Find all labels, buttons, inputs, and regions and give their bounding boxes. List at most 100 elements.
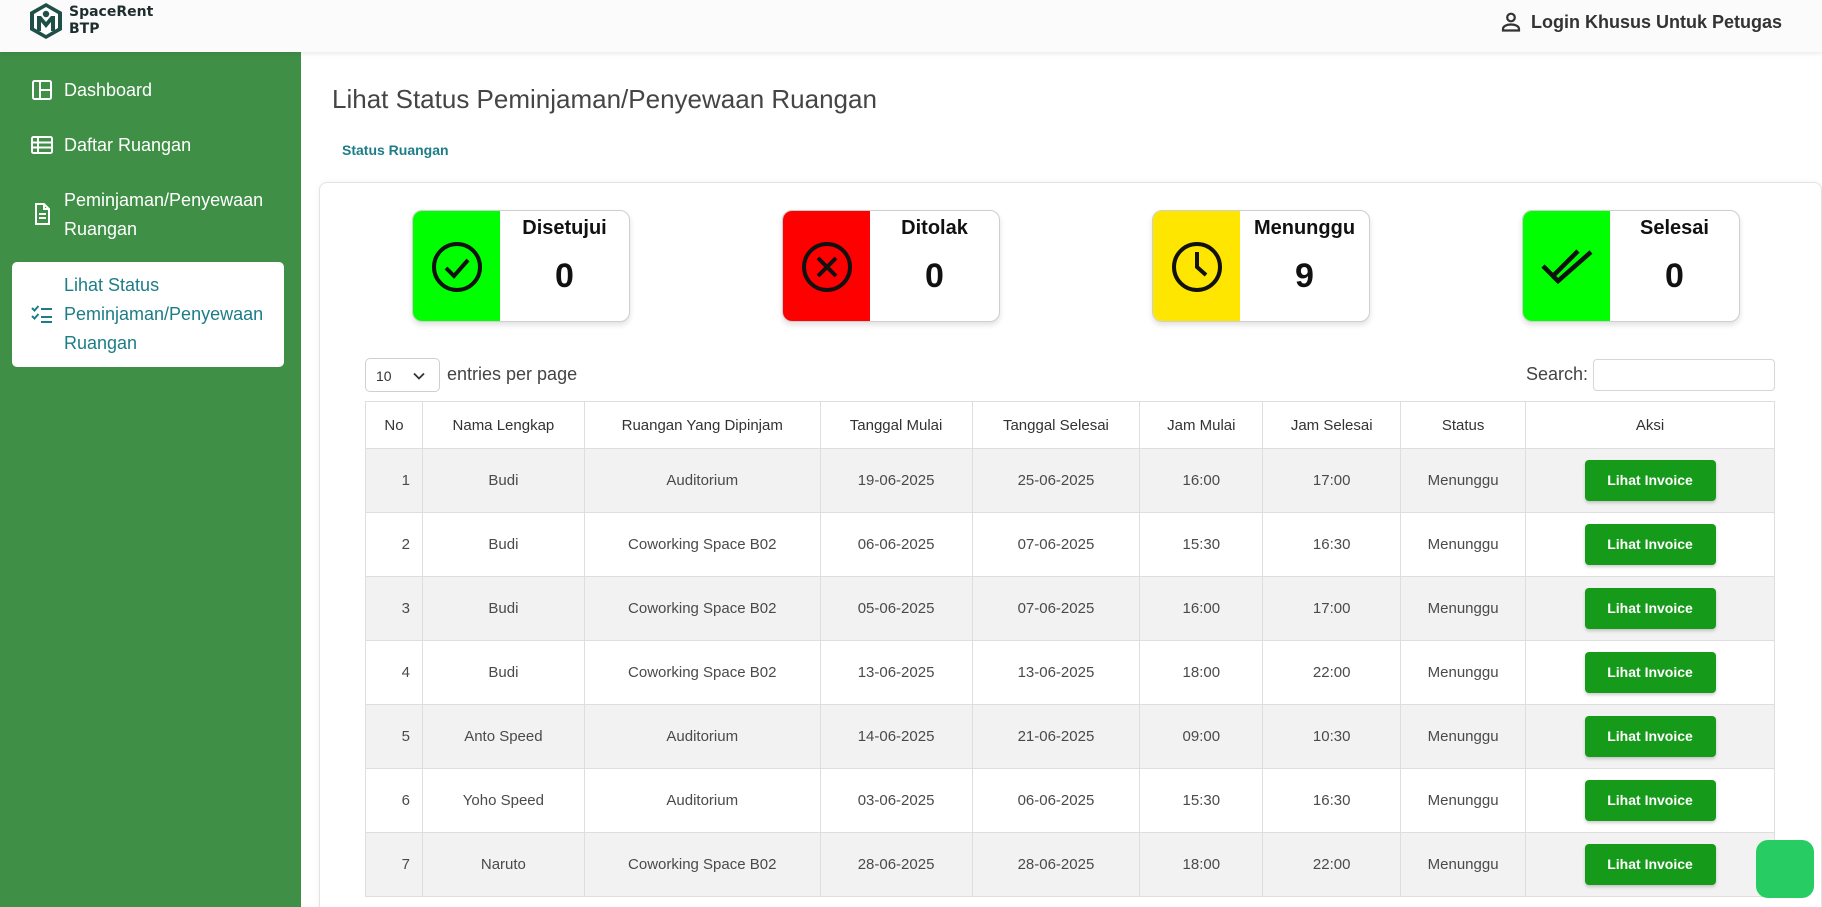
sidebar-item-label: Lihat Status Peminjaman/Penyewaan Ruanga… (64, 275, 264, 353)
cell-tanggal-selesai: 21-06-2025 (971, 704, 1141, 769)
card-value: 0 (925, 257, 944, 295)
cell-nama: Budi (421, 576, 585, 641)
column-header-status[interactable]: Status (1400, 401, 1527, 449)
lihat-invoice-button[interactable]: Lihat Invoice (1584, 844, 1716, 885)
chat-button[interactable] (1756, 840, 1814, 898)
cell-tanggal-selesai: 25-06-2025 (971, 448, 1141, 513)
cell-aksi: Lihat Invoice (1525, 704, 1775, 769)
cell-status: Menunggu (1400, 832, 1527, 897)
lihat-invoice-button[interactable]: Lihat Invoice (1584, 652, 1716, 693)
cell-jam-mulai: 15:30 (1139, 512, 1264, 577)
card-color-block (1153, 211, 1240, 321)
cell-no: 3 (365, 576, 423, 641)
cell-ruangan: Coworking Space B02 (583, 512, 821, 577)
check-circle-icon (431, 242, 482, 292)
column-header-ruangan[interactable]: Ruangan Yang Dipinjam (583, 401, 821, 449)
cell-aksi: Lihat Invoice (1525, 640, 1775, 705)
brand-subname: BTP (69, 21, 100, 37)
cell-aksi: Lihat Invoice (1525, 448, 1775, 513)
document-icon (35, 203, 50, 225)
brand[interactable]: SpaceRent BTP (28, 2, 153, 40)
lihat-invoice-button[interactable]: Lihat Invoice (1584, 716, 1716, 757)
cell-jam-mulai: 18:00 (1139, 832, 1264, 897)
cell-jam-selesai: 16:30 (1262, 768, 1402, 833)
cell-nama: Yoho Speed (421, 768, 585, 833)
entries-per-page-select[interactable]: 10 (365, 358, 440, 392)
table-icon (31, 136, 53, 154)
cell-jam-selesai: 22:00 (1262, 640, 1402, 705)
table-row: 4 Budi Coworking Space B02 13-06-2025 13… (365, 640, 1775, 705)
cell-ruangan: Auditorium (583, 768, 821, 833)
cell-no: 2 (365, 512, 423, 577)
lihat-invoice-button[interactable]: Lihat Invoice (1584, 460, 1716, 501)
cell-no: 4 (365, 640, 423, 705)
clock-icon (1171, 242, 1222, 292)
x-circle-icon (801, 242, 852, 292)
cell-tanggal-selesai: 07-06-2025 (971, 512, 1141, 577)
cell-ruangan: Auditorium (583, 448, 821, 513)
cell-tanggal-mulai: 05-06-2025 (819, 576, 973, 641)
column-header-no[interactable]: No (365, 401, 423, 449)
search-input[interactable] (1593, 359, 1775, 391)
column-header-tanggal-mulai[interactable]: Tanggal Mulai (819, 401, 973, 449)
card-color-block (413, 211, 500, 321)
card-value: 9 (1295, 257, 1314, 295)
cell-jam-selesai: 16:30 (1262, 512, 1402, 577)
cell-jam-mulai: 15:30 (1139, 768, 1264, 833)
table-row: 2 Budi Coworking Space B02 06-06-2025 07… (365, 512, 1775, 577)
cell-jam-selesai: 17:00 (1262, 576, 1402, 641)
column-header-nama-lengkap[interactable]: Nama Lengkap (421, 401, 585, 449)
cell-status: Menunggu (1400, 448, 1527, 513)
cell-jam-selesai: 17:00 (1262, 448, 1402, 513)
status-card-selesai: Selesai 0 (1522, 210, 1740, 322)
cell-status: Menunggu (1400, 704, 1527, 769)
cell-nama: Budi (421, 512, 585, 577)
card-label: Disetujui (522, 217, 607, 239)
cell-tanggal-mulai: 03-06-2025 (819, 768, 973, 833)
cell-tanggal-selesai: 06-06-2025 (971, 768, 1141, 833)
lihat-invoice-button[interactable]: Lihat Invoice (1584, 780, 1716, 821)
cell-ruangan: Auditorium (583, 704, 821, 769)
top-navbar: SpaceRent BTP Login Khusus Untuk Petugas (0, 0, 1822, 52)
login-label: Login Khusus Untuk Petugas (1530, 11, 1782, 32)
status-card-disetujui: Disetujui 0 (412, 210, 630, 322)
login-link[interactable]: Login Khusus Untuk Petugas (1499, 10, 1782, 34)
breadcrumb[interactable]: Status Ruangan (342, 142, 449, 158)
cell-jam-selesai: 22:00 (1262, 832, 1402, 897)
lihat-invoice-button[interactable]: Lihat Invoice (1584, 588, 1716, 629)
sidebar-item-daftar-ruangan[interactable]: Daftar Ruangan (12, 131, 284, 160)
column-header-tanggal-selesai[interactable]: Tanggal Selesai (971, 401, 1141, 449)
cell-status: Menunggu (1400, 576, 1527, 641)
cell-jam-mulai: 16:00 (1139, 448, 1264, 513)
card-label: Ditolak (901, 217, 968, 239)
sidebar-item-lihat-status[interactable]: Lihat Status Peminjaman/Penyewaan Ruanga… (12, 262, 284, 367)
column-header-jam-selesai[interactable]: Jam Selesai (1262, 401, 1402, 449)
brand-name: SpaceRent (69, 4, 154, 20)
table-row: 5 Anto Speed Auditorium 14-06-2025 21-06… (365, 704, 1775, 769)
cell-no: 1 (365, 448, 423, 513)
cell-tanggal-mulai: 06-06-2025 (819, 512, 973, 577)
cell-nama: Naruto (421, 832, 585, 897)
cell-ruangan: Coworking Space B02 (583, 832, 821, 897)
sidebar-item-peminjaman[interactable]: Peminjaman/Penyewaan Ruangan (12, 186, 284, 244)
sidebar-item-label: Daftar Ruangan (64, 135, 192, 155)
cell-tanggal-mulai: 13-06-2025 (819, 640, 973, 705)
lihat-invoice-button[interactable]: Lihat Invoice (1584, 524, 1716, 565)
table-row: 7 Naruto Coworking Space B02 28-06-2025 … (365, 832, 1775, 897)
cell-nama: Budi (421, 640, 585, 705)
status-card-ditolak: Ditolak 0 (782, 210, 1000, 322)
cell-tanggal-mulai: 19-06-2025 (819, 448, 973, 513)
cell-aksi: Lihat Invoice (1525, 576, 1775, 641)
column-header-jam-mulai[interactable]: Jam Mulai (1139, 401, 1264, 449)
page-title: Lihat Status Peminjaman/Penyewaan Ruanga… (332, 84, 877, 114)
spacerent-logo-icon (30, 3, 62, 39)
cell-aksi: Lihat Invoice (1525, 832, 1775, 897)
sidebar-item-dashboard[interactable]: Dashboard (12, 76, 284, 105)
table-row: 6 Yoho Speed Auditorium 03-06-2025 06-06… (365, 768, 1775, 833)
search-label: Search: (1526, 364, 1589, 384)
status-table: No Nama Lengkap Ruangan Yang Dipinjam Ta… (365, 401, 1775, 897)
cell-ruangan: Coworking Space B02 (583, 640, 821, 705)
cell-status: Menunggu (1400, 768, 1527, 833)
dashboard-icon (32, 80, 52, 100)
chevron-down-icon (413, 372, 425, 380)
